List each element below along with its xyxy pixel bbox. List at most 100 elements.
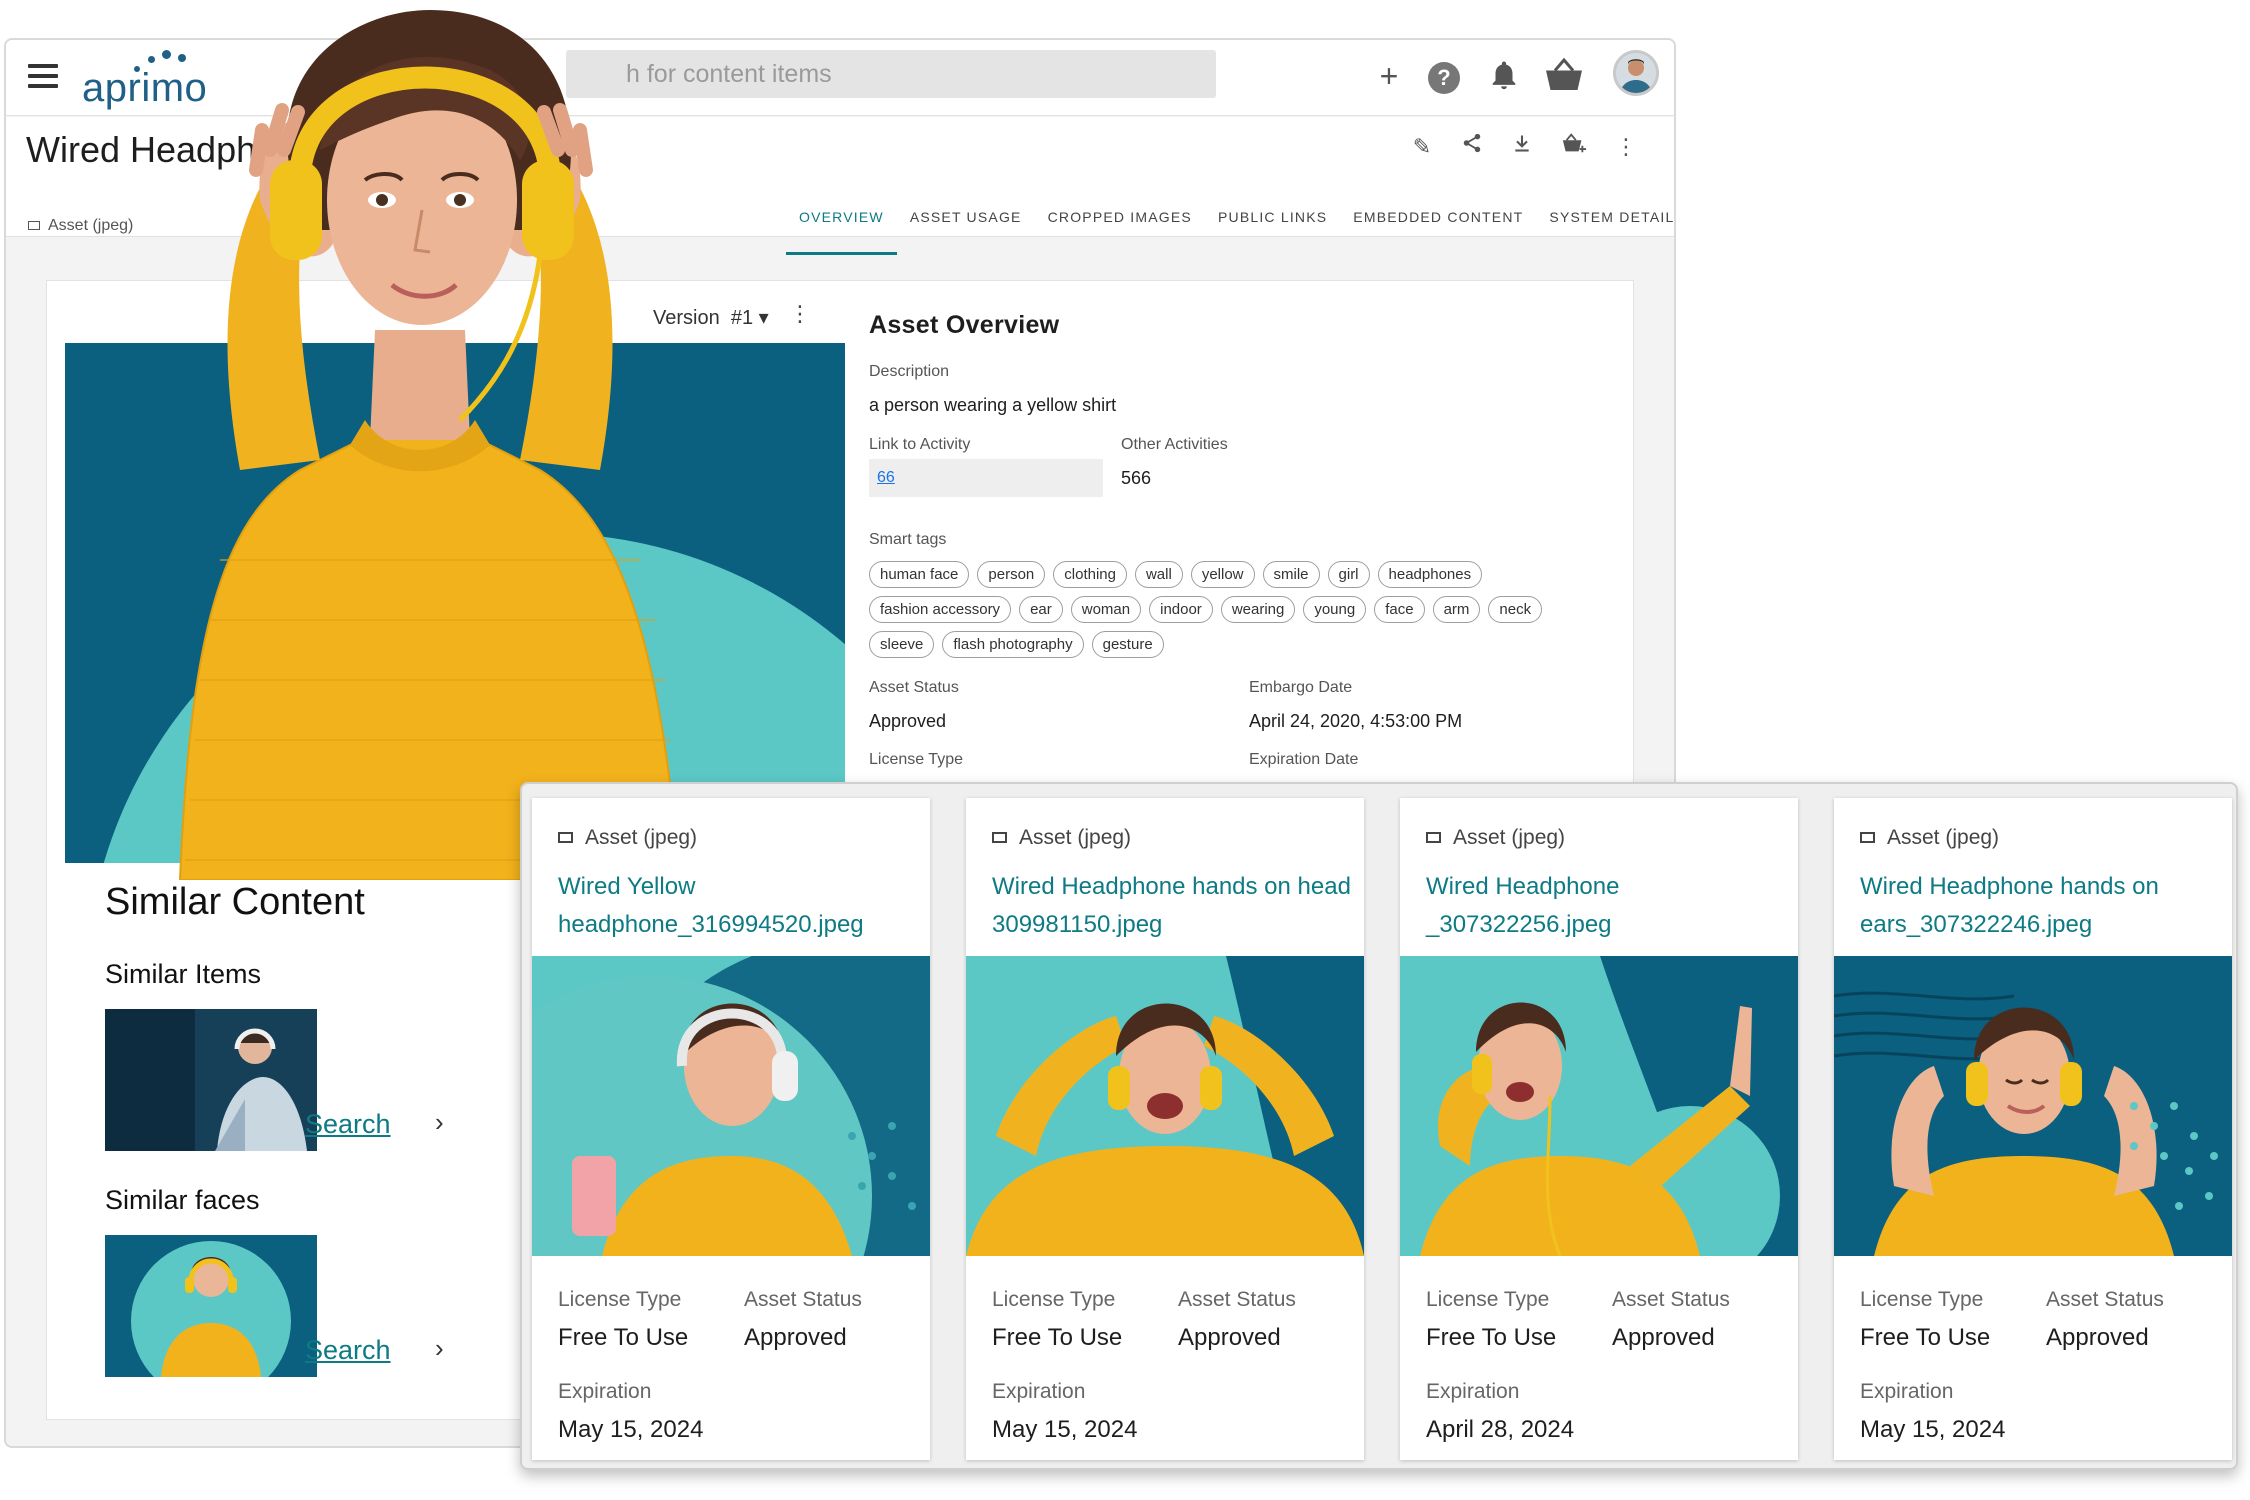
card-asset-type: Asset (jpeg) (1860, 826, 1999, 850)
share-icon[interactable] (1456, 131, 1488, 163)
smart-tag-chip[interactable]: yellow (1190, 561, 1255, 588)
edit-icon[interactable]: ✎ (1406, 131, 1438, 163)
smart-tag-chip[interactable]: woman (1070, 596, 1142, 623)
card-thumbnail[interactable] (532, 956, 930, 1256)
overview-title: Asset Overview (869, 311, 1060, 339)
card-title[interactable]: Wired Headphone hands on ears_307322246.… (1860, 868, 2220, 944)
card-license-label: License Type (1860, 1288, 1984, 1311)
tab-cropped-images[interactable]: CROPPED IMAGES (1035, 197, 1205, 255)
smart-tag-chip[interactable]: sleeve (869, 631, 935, 658)
description-label: Description (869, 363, 950, 380)
asset-status-label: Asset Status (869, 679, 959, 696)
smart-tag-chip[interactable]: neck (1488, 596, 1543, 623)
smart-tag-chip[interactable]: face (1374, 596, 1425, 623)
card-status-label: Asset Status (1612, 1288, 1730, 1311)
smart-tag-chip[interactable]: wearing (1220, 596, 1296, 623)
similar-face-thumbnail[interactable] (105, 1235, 317, 1377)
smart-tag-chip[interactable]: girl (1327, 561, 1370, 588)
similar-faces-search-link[interactable]: Search (305, 1335, 391, 1366)
asset-card[interactable]: Asset (jpeg) Wired Headphone hands on he… (966, 798, 1364, 1460)
license-type-label: License Type (869, 751, 963, 768)
smart-tag-chip[interactable]: person (977, 561, 1046, 588)
card-expiration-label: Expiration (1426, 1380, 1520, 1403)
tab-system-details[interactable]: SYSTEM DETAILS (1536, 197, 1674, 255)
asset-card[interactable]: Asset (jpeg) Wired Headphone hands on ea… (1834, 798, 2232, 1460)
link-activity-field: 66 (869, 459, 1103, 497)
add-to-basket-icon[interactable] (1558, 131, 1590, 163)
tab-overview[interactable]: OVERVIEW (786, 197, 897, 255)
description-value: a person wearing a yellow shirt (869, 395, 1117, 415)
card-license-label: License Type (558, 1288, 682, 1311)
smart-tag-chip[interactable]: gesture (1091, 631, 1164, 658)
card-thumbnail[interactable] (966, 956, 1364, 1256)
chevron-right-icon[interactable]: › (435, 1333, 444, 1364)
smart-tag-chip[interactable]: ear (1019, 596, 1063, 623)
similar-items-search-link[interactable]: Search (305, 1109, 391, 1140)
card-status-value: Approved (1612, 1324, 1715, 1351)
preview-more-icon[interactable]: ⋮ (789, 301, 811, 327)
smart-tag-chip[interactable]: smile (1262, 561, 1320, 588)
asset-type-label: Asset (jpeg) (48, 217, 134, 234)
card-thumbnail[interactable] (1834, 956, 2232, 1256)
card-expiration-label: Expiration (558, 1380, 652, 1403)
card-license-value: Free To Use (558, 1324, 689, 1351)
card-expiration-value: April 28, 2024 (1426, 1416, 1575, 1443)
smart-tag-chip[interactable]: flash photography (942, 631, 1084, 658)
other-activities-value: 566 (1121, 468, 1152, 488)
embargo-label: Embargo Date (1249, 679, 1353, 696)
download-icon[interactable] (1506, 131, 1538, 163)
basket-icon[interactable] (1542, 57, 1586, 94)
expiration-date-label: Expiration Date (1249, 751, 1359, 768)
asset-box-icon (1860, 832, 1875, 843)
card-thumbnail[interactable] (1400, 956, 1798, 1256)
smart-tag-chip[interactable]: headphones (1377, 561, 1483, 588)
card-title[interactable]: Wired Yellow headphone_316994520.jpeg (558, 868, 918, 944)
similar-content-title: Similar Content (105, 881, 365, 923)
card-status-value: Approved (744, 1324, 847, 1351)
similar-items-title: Similar Items (105, 959, 262, 989)
card-status-label: Asset Status (744, 1288, 862, 1311)
smart-tags-label: Smart tags (869, 531, 947, 548)
similar-item-thumbnail[interactable] (105, 1009, 317, 1151)
smart-tag-chip[interactable]: young (1303, 596, 1367, 623)
smart-tag-chip[interactable]: fashion accessory (869, 596, 1012, 623)
link-activity-value[interactable]: 66 (877, 469, 895, 487)
asset-box-icon (992, 832, 1007, 843)
card-expiration-label: Expiration (1860, 1380, 1954, 1403)
asset-card[interactable]: Asset (jpeg) Wired Yellow headphone_3169… (532, 798, 930, 1460)
smart-tag-chip[interactable]: indoor (1149, 596, 1213, 623)
link-activity-label: Link to Activity (869, 436, 971, 453)
asset-box-icon (28, 221, 40, 230)
menu-icon[interactable] (28, 64, 58, 88)
asset-card[interactable]: Asset (jpeg) Wired Headphone _307322256.… (1400, 798, 1798, 1460)
card-status-label: Asset Status (1178, 1288, 1296, 1311)
help-icon[interactable]: ? (1428, 62, 1460, 94)
similar-content-panel: Similar Content Similar Items Search › S… (65, 881, 585, 1401)
card-title[interactable]: Wired Headphone _307322256.jpeg (1426, 868, 1786, 944)
notification-bell-icon[interactable] (1486, 58, 1522, 94)
asset-type: Asset (jpeg) (28, 217, 133, 235)
card-expiration-value: May 15, 2024 (1860, 1416, 2006, 1443)
asset-box-icon (1426, 832, 1441, 843)
card-status-label: Asset Status (2046, 1288, 2164, 1311)
add-icon[interactable]: + (1371, 58, 1407, 94)
card-expiration-value: May 15, 2024 (992, 1416, 1138, 1443)
smart-tag-chip[interactable]: clothing (1053, 561, 1127, 588)
embargo-value: April 24, 2020, 4:53:00 PM (1249, 711, 1463, 731)
tab-public-links[interactable]: PUBLIC LINKS (1205, 197, 1340, 255)
card-asset-type: Asset (jpeg) (1426, 826, 1565, 850)
card-title[interactable]: Wired Headphone hands on head 309981150.… (992, 868, 1352, 944)
asset-box-icon (558, 832, 573, 843)
smart-tag-chip[interactable]: arm (1432, 596, 1481, 623)
more-vert-icon[interactable]: ⋮ (1610, 131, 1642, 163)
card-expiration-value: May 15, 2024 (558, 1416, 704, 1443)
user-avatar[interactable] (1613, 50, 1659, 96)
similar-faces-title: Similar faces (105, 1185, 260, 1215)
smart-tag-chip[interactable]: wall (1134, 561, 1183, 588)
chevron-right-icon[interactable]: › (435, 1107, 444, 1138)
card-license-value: Free To Use (1860, 1324, 1991, 1351)
asset-cards-overlay: Asset (jpeg) Wired Yellow headphone_3169… (520, 782, 2238, 1470)
tab-asset-usage[interactable]: ASSET USAGE (897, 197, 1035, 255)
tab-embedded-content[interactable]: EMBEDDED CONTENT (1340, 197, 1536, 255)
smart-tag-chip[interactable]: human face (869, 561, 970, 588)
